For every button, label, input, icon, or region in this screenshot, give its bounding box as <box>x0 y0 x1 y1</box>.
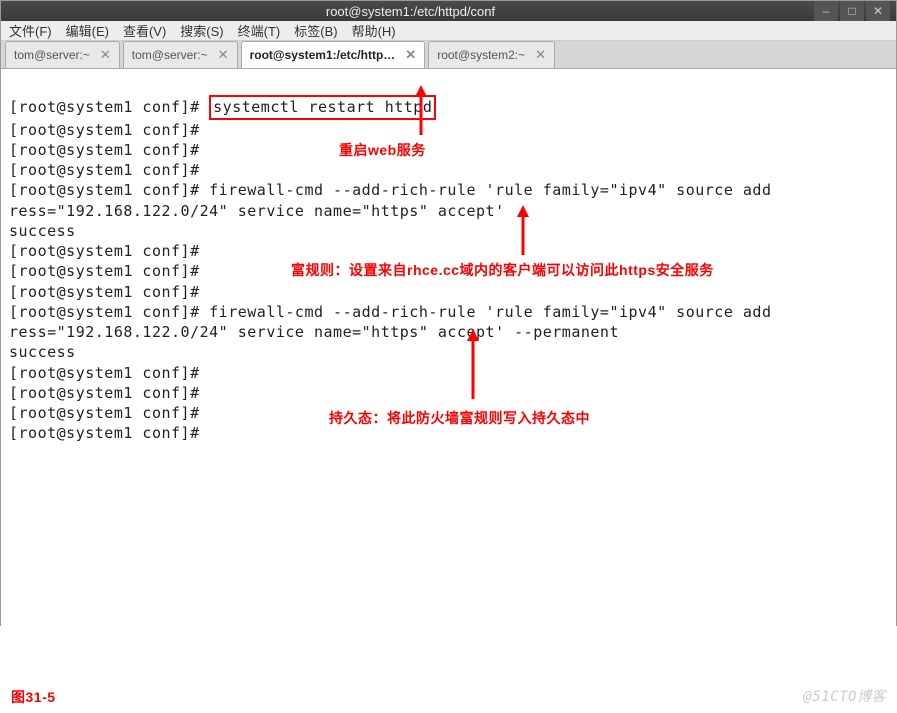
menubar: 文件(F) 编辑(E) 查看(V) 搜索(S) 终端(T) 标签(B) 帮助(H… <box>1 21 896 41</box>
arrow-icon <box>513 205 533 263</box>
window-title: root@system1:/etc/httpd/conf <box>7 4 814 19</box>
tab-label: tom@server:~ <box>14 48 90 62</box>
tab-4[interactable]: root@system2:~ ✕ <box>428 41 555 68</box>
annotation-text: 重启web服务 <box>339 141 426 160</box>
menu-file[interactable]: 文件(F) <box>9 21 52 40</box>
prompt: [root@system1 conf]# <box>9 384 200 402</box>
tab-label: tom@server:~ <box>132 48 208 62</box>
prompt: [root@system1 conf]# <box>9 242 200 260</box>
close-icon[interactable]: ✕ <box>218 47 229 63</box>
menu-edit[interactable]: 编辑(E) <box>66 21 109 40</box>
prompt: [root@system1 conf]# <box>9 121 200 139</box>
menu-terminal[interactable]: 终端(T) <box>238 21 281 40</box>
prompt: [root@system1 conf]# <box>9 98 200 116</box>
prompt: [root@system1 conf]# <box>9 161 200 179</box>
prompt: [root@system1 conf]# <box>9 283 200 301</box>
tab-3[interactable]: root@system1:/etc/http… ✕ <box>241 41 426 68</box>
prompt: [root@system1 conf]# <box>9 303 200 321</box>
highlighted-command: systemctl restart httpd <box>209 95 436 119</box>
minimize-button[interactable]: – <box>814 1 838 21</box>
close-button[interactable]: ✕ <box>866 1 890 21</box>
tab-label: root@system2:~ <box>437 48 525 62</box>
prompt: [root@system1 conf]# <box>9 141 200 159</box>
annotation-text: 持久态：将此防火墙富规则写入持久态中 <box>329 409 590 428</box>
output-text: success <box>9 343 76 361</box>
menu-help[interactable]: 帮助(H) <box>352 21 396 40</box>
titlebar: root@system1:/etc/httpd/conf – □ ✕ <box>1 1 896 21</box>
annotation-text: 富规则：设置来自rhce.cc域内的客户端可以访问此https安全服务 <box>291 261 714 280</box>
command-text: firewall-cmd --add-rich-rule 'rule famil… <box>209 303 771 321</box>
menu-view[interactable]: 查看(V) <box>123 21 166 40</box>
tab-1[interactable]: tom@server:~ ✕ <box>5 41 120 68</box>
maximize-button[interactable]: □ <box>840 1 864 21</box>
tab-2[interactable]: tom@server:~ ✕ <box>123 41 238 68</box>
prompt: [root@system1 conf]# <box>9 262 200 280</box>
close-icon[interactable]: ✕ <box>535 47 546 63</box>
menu-tabs[interactable]: 标签(B) <box>294 21 337 40</box>
close-icon[interactable]: ✕ <box>100 47 111 63</box>
tab-label: root@system1:/etc/http… <box>250 48 396 62</box>
prompt: [root@system1 conf]# <box>9 424 200 442</box>
terminal-content[interactable]: [root@system1 conf]# systemctl restart h… <box>1 69 896 713</box>
prompt: [root@system1 conf]# <box>9 404 200 422</box>
output-text: success <box>9 222 76 240</box>
watermark-text: @51CTO博客 <box>803 688 886 707</box>
menu-search[interactable]: 搜索(S) <box>180 21 223 40</box>
command-text: firewall-cmd --add-rich-rule 'rule famil… <box>209 181 771 199</box>
prompt: [root@system1 conf]# <box>9 181 200 199</box>
prompt: [root@system1 conf]# <box>9 364 200 382</box>
close-icon[interactable]: ✕ <box>405 47 416 63</box>
window: root@system1:/etc/httpd/conf – □ ✕ 文件(F)… <box>0 0 897 626</box>
figure-label: 图31-5 <box>11 688 56 707</box>
command-text: ress="192.168.122.0/24" service name="ht… <box>9 323 619 341</box>
window-controls: – □ ✕ <box>814 1 890 21</box>
tabbar: tom@server:~ ✕ tom@server:~ ✕ root@syste… <box>1 41 896 69</box>
command-text: ress="192.168.122.0/24" service name="ht… <box>9 202 505 220</box>
